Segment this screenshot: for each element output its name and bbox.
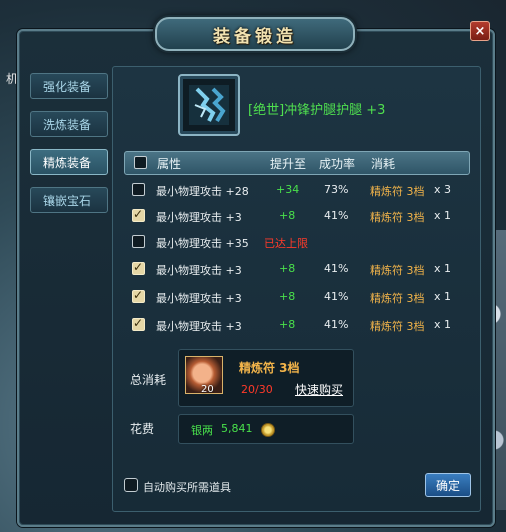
row-upgrade: +8 [279,262,296,275]
row-upgrade: +34 [276,183,300,196]
row-attribute: 最小物理攻击 +3 [156,320,242,333]
item-name: [绝世]冲锋护腿护腿 +3 [248,103,386,118]
row-upgrade: +8 [279,318,296,331]
row-checkbox[interactable] [132,183,145,196]
table-row: 最小物理攻击 +3 +8 41% 精炼符 3档 x 1 [124,312,468,338]
row-cost-qty: x 1 [434,262,452,275]
row-checkbox[interactable] [132,235,145,248]
silver-fee-box: 银两 5,841 [178,414,354,444]
header-cost: 消耗 [371,157,396,171]
window-title: 装备锻造 [213,26,297,47]
auto-buy-checkbox[interactable] [124,478,138,492]
row-attribute: 最小物理攻击 +28 [156,185,249,198]
row-attribute: 最小物理攻击 +35 [156,237,249,250]
row-cost-qty: x 1 [434,290,452,303]
silver-coin-icon [261,423,275,437]
row-cost-qty: x 1 [434,318,452,331]
fee-label: 花费 [130,422,155,436]
row-checkbox[interactable] [132,260,145,275]
header-attribute: 属性 [157,157,182,171]
tab-inlay-gem[interactable]: 镶嵌宝石 [30,187,108,213]
row-checkbox[interactable] [132,316,145,331]
table-row: 最小物理攻击 +28 +34 73% 精炼符 3档 x 3 [124,177,468,203]
select-all-checkbox[interactable] [134,156,147,169]
tab-reforge-equipment[interactable]: 洗炼装备 [30,111,108,137]
close-button[interactable]: × [470,21,490,41]
row-cost-qty: x 3 [434,183,452,196]
total-cost-label: 总消耗 [130,373,167,387]
row-cost-item: 精炼符 3档 [370,185,425,198]
row-cost-qty: x 1 [434,209,452,222]
auto-buy-label[interactable]: 自动购买所需道具 [143,479,231,495]
row-rate: 41% [324,290,349,303]
row-cost-item: 精炼符 3档 [370,320,425,333]
row-cost-item: 精炼符 3档 [370,292,425,305]
row-attribute: 最小物理攻击 +3 [156,264,242,277]
leg-armor-icon[interactable] [178,74,240,136]
row-upgrade: +8 [279,209,296,222]
sidebar: 强化装备 洗炼装备 精炼装备 镶嵌宝石 [30,73,110,225]
total-cost-box: 20 精炼符 3档 20/30 快速购买 [178,349,354,407]
stone-name: 精炼符 3档 [239,361,300,375]
silver-value: 5,841 [221,422,253,435]
row-checkbox[interactable] [132,288,145,303]
table-row: 最小物理攻击 +3 +8 41% 精炼符 3档 x 1 [124,256,468,282]
title-plate: 装备锻造 [155,17,355,51]
row-rate: 41% [324,209,349,222]
quick-buy-link[interactable]: 快速购买 [295,381,343,398]
row-maxed-status: 已达上限 [264,237,308,250]
row-cost-item: 精炼符 3档 [370,264,425,277]
header-rate: 成功率 [319,157,356,171]
silver-label: 银两 [191,424,213,437]
attribute-table-header: 属性 提升至 成功率 消耗 [124,151,470,175]
row-checkbox[interactable] [132,207,145,222]
table-row: 最小物理攻击 +3 +8 41% 精炼符 3档 x 1 [124,203,468,229]
row-rate: 41% [324,262,349,275]
row-upgrade: +8 [279,290,296,303]
table-row: 最小物理攻击 +3 +8 41% 精炼符 3档 x 1 [124,284,468,310]
header-upgrade: 提升至 [270,157,307,171]
row-cost-item: 精炼符 3档 [370,211,425,224]
confirm-button[interactable]: 确定 [425,473,471,497]
row-attribute: 最小物理攻击 +3 [156,211,242,224]
row-rate: 73% [324,183,349,196]
tab-enhance-equipment[interactable]: 强化装备 [30,73,108,99]
table-row: 最小物理攻击 +35 已达上限 [124,229,468,255]
stone-progress: 20/30 [241,383,273,396]
row-attribute: 最小物理攻击 +3 [156,292,242,305]
row-rate: 41% [324,318,349,331]
tab-refine-equipment[interactable]: 精炼装备 [30,149,108,175]
stone-count: 20 [201,384,214,395]
